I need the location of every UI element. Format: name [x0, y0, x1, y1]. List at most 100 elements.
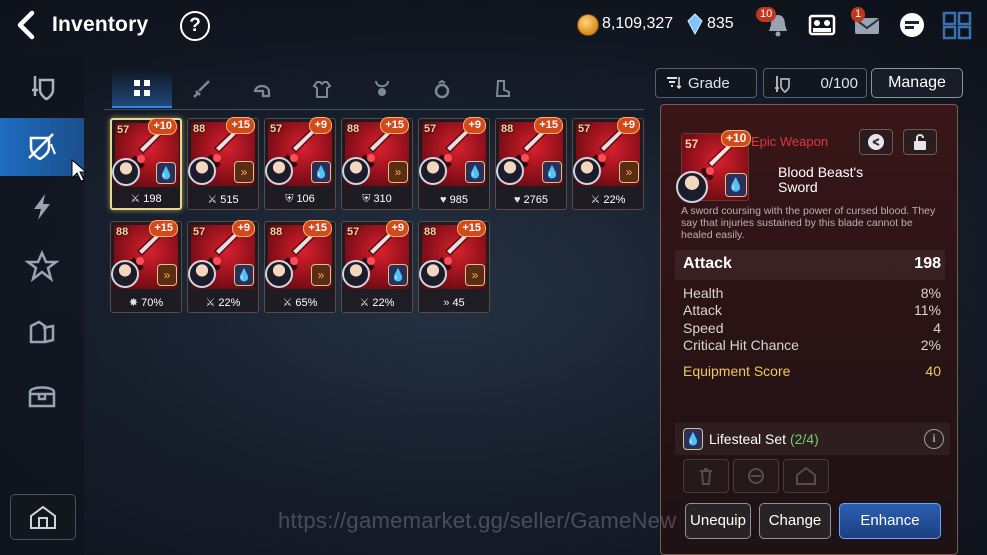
- item-stat-value: 310: [373, 193, 392, 205]
- armor-icon: [312, 81, 332, 98]
- tab-weapon[interactable]: [172, 70, 232, 108]
- sidebar-item-equipment[interactable]: [0, 58, 84, 116]
- item-enhance-level: +9: [617, 117, 640, 134]
- inventory-item[interactable]: 57 +9 💧 ♥ 985: [418, 117, 490, 210]
- item-level: 57: [270, 123, 283, 135]
- change-button[interactable]: Change: [759, 503, 831, 539]
- hero-avatar: [188, 157, 216, 185]
- crystal-amount: 835: [707, 15, 734, 32]
- watermark-text: https://gamemarket.gg/seller/GameNew: [278, 508, 677, 533]
- unequip-button[interactable]: Unequip: [685, 503, 751, 539]
- sidebar-item-materials[interactable]: [0, 302, 84, 360]
- detail-rarity: Epic Weapon: [751, 134, 829, 149]
- sidebar-item-artifact[interactable]: [0, 238, 84, 296]
- item-level: 88: [270, 226, 283, 238]
- grade-filter-button[interactable]: Grade: [655, 68, 757, 98]
- sub-stat-value: 11%: [914, 302, 941, 319]
- storage-slot-button[interactable]: [783, 459, 829, 493]
- health-icon: ♥: [513, 194, 521, 206]
- immunity-set-icon: »: [311, 264, 331, 286]
- main-stat-label: Attack: [683, 255, 732, 272]
- chest-icon: [28, 386, 56, 408]
- extract-slot-button[interactable]: [733, 459, 779, 493]
- inventory-item[interactable]: 88 +15 💧 ♥ 2765: [495, 117, 567, 210]
- item-detail-panel: 57 +10 💧 Epic Weapon Blood Beast's Sword…: [660, 104, 958, 555]
- tab-helmet[interactable]: [232, 70, 292, 108]
- manage-button[interactable]: Manage: [871, 68, 963, 98]
- menu-grid-icon[interactable]: [941, 10, 973, 40]
- inventory-item[interactable]: 57 +10 💧 ⚔ 198: [110, 118, 182, 210]
- tab-armor[interactable]: [292, 70, 352, 108]
- inventory-item[interactable]: 57 +9 💧 ⛨ 106: [264, 117, 336, 210]
- back-arrow-icon[interactable]: [14, 10, 42, 40]
- inventory-capacity[interactable]: 0/100: [763, 68, 867, 98]
- sub-stat-value: 2%: [920, 336, 941, 353]
- item-stat-value: 65%: [295, 297, 318, 309]
- speed-icon: »: [443, 297, 450, 309]
- detail-enhance-level: +10: [721, 130, 752, 147]
- enhance-button[interactable]: Enhance: [839, 503, 941, 539]
- inventory-item[interactable]: 88 +15 » ⛨ 310: [341, 117, 413, 210]
- inventory-item[interactable]: 57 +9 💧 ⚔ 22%: [341, 220, 413, 313]
- lifesteal-set-icon: 💧: [234, 264, 254, 286]
- equipment-score-value: 40: [925, 363, 941, 379]
- share-icon: [868, 134, 884, 150]
- item-enhance-level: +15: [303, 220, 332, 237]
- item-stat-value: 70%: [141, 297, 164, 309]
- sell-slot-button[interactable]: [683, 459, 729, 493]
- mail-badge: 1: [851, 7, 866, 22]
- hero-avatar: [419, 260, 447, 288]
- sub-stat-value: 4: [933, 319, 941, 336]
- sub-stat-label: Attack: [683, 302, 722, 319]
- tab-boots[interactable]: [472, 70, 532, 108]
- item-main-stat: ⚔ 198: [112, 192, 180, 205]
- help-icon[interactable]: ?: [180, 11, 210, 41]
- hero-avatar: [573, 157, 601, 185]
- lock-button[interactable]: [903, 129, 937, 155]
- inventory-item[interactable]: 88 +15»» 45: [418, 220, 490, 313]
- info-icon[interactable]: i: [924, 429, 944, 449]
- hero-avatar: [419, 157, 447, 185]
- sub-stat-label: Health: [683, 285, 724, 301]
- share-button[interactable]: [859, 129, 893, 155]
- lifesteal-set-icon: 💧: [683, 428, 703, 450]
- item-enhance-level: +9: [386, 220, 409, 237]
- set-count: (2/4): [789, 431, 819, 447]
- tab-all[interactable]: [112, 70, 172, 108]
- trash-icon: [700, 468, 712, 485]
- chat-icon[interactable]: [896, 10, 928, 40]
- sub-stat-row: Health 8%: [675, 285, 945, 302]
- item-level: 57: [193, 226, 206, 238]
- inventory-item[interactable]: 88 +15 » ⚔ 515: [187, 117, 259, 210]
- attack-icon: ⚔: [359, 297, 370, 309]
- team-icon[interactable]: [806, 10, 838, 40]
- inventory-item[interactable]: 88 +15 » ⚔ 65%: [264, 220, 336, 313]
- health-icon: ♥: [440, 194, 447, 206]
- crystal-icon: [687, 13, 703, 36]
- broken-shield-icon: [28, 133, 56, 161]
- tab-necklace[interactable]: [352, 70, 412, 108]
- unlock-icon: [914, 134, 926, 150]
- bags-icon: [29, 320, 55, 344]
- sub-stat-row: Attack 11%: [675, 302, 945, 319]
- inventory-item[interactable]: 57 +9 » ⚔ 22%: [572, 117, 644, 210]
- item-stat-value: 2765: [523, 194, 548, 206]
- item-enhance-level: +15: [457, 220, 486, 237]
- sword-icon: [193, 80, 210, 98]
- sidebar-item-lightning[interactable]: [0, 178, 84, 236]
- attack-icon: ⚔: [205, 297, 216, 309]
- tab-ring[interactable]: [412, 70, 472, 108]
- item-enhance-level: +15: [226, 117, 255, 134]
- gold-amount: 8,109,327: [602, 15, 674, 32]
- attack-icon: ⚔: [207, 194, 218, 206]
- sub-stat-row: Critical Hit Chance 2%: [675, 337, 945, 354]
- capacity-value: 0/100: [820, 75, 858, 92]
- set-bonus-row[interactable]: 💧 Lifesteal Set (2/4) i: [675, 423, 950, 455]
- counter-set-icon: »: [234, 161, 254, 183]
- inventory-item[interactable]: 88 +15 » ✸ 70%: [110, 220, 182, 313]
- sidebar-item-storage[interactable]: [0, 366, 84, 424]
- storage-house-button[interactable]: [10, 494, 76, 540]
- inventory-item[interactable]: 57 +9 💧 ⚔ 22%: [187, 220, 259, 313]
- hero-avatar: [496, 157, 524, 185]
- item-stat-value: 985: [449, 194, 468, 206]
